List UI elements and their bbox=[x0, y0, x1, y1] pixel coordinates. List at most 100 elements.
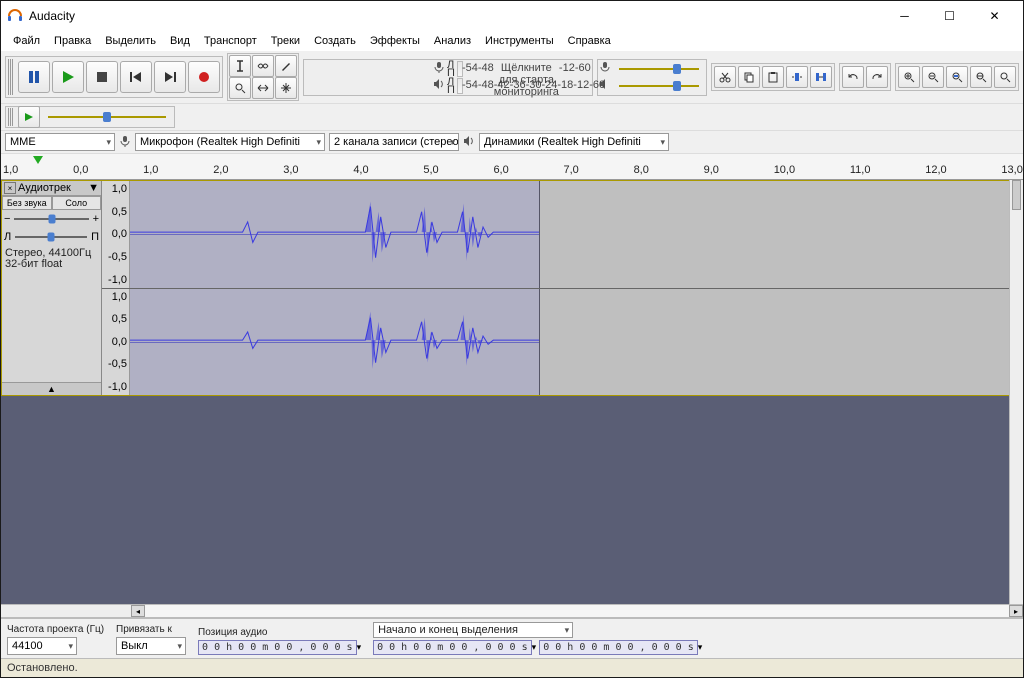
scroll-right-button[interactable]: ▸ bbox=[1009, 605, 1023, 617]
menu-generate[interactable]: Создать bbox=[308, 33, 362, 49]
audio-host-select[interactable]: MME bbox=[5, 133, 115, 151]
track-gain-slider[interactable] bbox=[14, 212, 88, 226]
menu-effects[interactable]: Эффекты bbox=[364, 33, 426, 49]
waveform-right[interactable] bbox=[130, 289, 1022, 396]
play-button[interactable] bbox=[52, 61, 84, 93]
stop-button[interactable] bbox=[86, 61, 118, 93]
mic-icon bbox=[119, 135, 131, 150]
record-button[interactable] bbox=[188, 61, 220, 93]
snap-select[interactable]: Выкл bbox=[116, 637, 186, 655]
play-at-speed-button[interactable] bbox=[18, 106, 40, 128]
vertical-scrollbar[interactable] bbox=[1009, 180, 1023, 604]
zoom-in-button[interactable] bbox=[898, 66, 920, 88]
maximize-button[interactable]: ☐ bbox=[927, 2, 972, 30]
silence-button[interactable] bbox=[810, 66, 832, 88]
menu-help[interactable]: Справка bbox=[562, 33, 617, 49]
waveform-left[interactable] bbox=[130, 181, 1022, 288]
menu-edit[interactable]: Правка bbox=[48, 33, 97, 49]
edit-toolbar bbox=[711, 63, 835, 91]
selection-end-field[interactable]: 0 0 h 0 0 m 0 0 , 0 0 0 s bbox=[539, 640, 698, 655]
pause-button[interactable] bbox=[18, 61, 50, 93]
audio-position-label: Позиция аудио bbox=[198, 627, 361, 638]
timeline-ruler[interactable]: 1,0 0,0 1,0 2,0 3,0 4,0 5,0 6,0 7,0 8,0 … bbox=[1, 154, 1023, 180]
zoom-tool[interactable] bbox=[229, 77, 251, 99]
selection-tool[interactable] bbox=[229, 55, 251, 77]
horizontal-scrollbar[interactable]: ◂ ▸ bbox=[1, 604, 1023, 618]
playback-device-select[interactable]: Динамики (Realtek High Definiti bbox=[479, 133, 669, 151]
speaker-icon bbox=[433, 78, 445, 93]
toolbar-row-2 bbox=[1, 103, 1023, 130]
draw-tool[interactable] bbox=[275, 55, 297, 77]
vertical-scale[interactable]: 1,00,50,0-0,5-1,0 bbox=[102, 289, 130, 396]
audio-position-field[interactable]: 0 0 h 0 0 m 0 0 , 0 0 0 s bbox=[198, 640, 357, 655]
multi-tool[interactable] bbox=[275, 77, 297, 99]
playback-speed-slider[interactable] bbox=[42, 109, 172, 125]
toolbar-grip[interactable] bbox=[8, 108, 14, 126]
menu-transport[interactable]: Транспорт bbox=[198, 33, 263, 49]
track-close-button[interactable]: × bbox=[4, 182, 16, 194]
track-control-panel: × Аудиотрек ▼ Без звука Соло −+ ЛП Стере… bbox=[2, 181, 102, 395]
tracks-area: × Аудиотрек ▼ Без звука Соло −+ ЛП Стере… bbox=[1, 180, 1023, 604]
paste-button[interactable] bbox=[762, 66, 784, 88]
track-name[interactable]: Аудиотрек bbox=[18, 182, 86, 194]
menubar: Файл Правка Выделить Вид Транспорт Треки… bbox=[1, 31, 1023, 51]
close-button[interactable]: ✕ bbox=[972, 2, 1017, 30]
track-menu-button[interactable]: ▼ bbox=[88, 182, 99, 194]
timeshift-tool[interactable] bbox=[252, 77, 274, 99]
record-volume-icon bbox=[599, 61, 611, 76]
recording-device-select[interactable]: Микрофон (Realtek High Definiti bbox=[135, 133, 325, 151]
record-meter[interactable]: -54-48 Щёлкните для старта мониторинга -… bbox=[457, 61, 463, 77]
selection-mode-select[interactable]: Начало и конец выделения bbox=[373, 622, 573, 638]
menu-tracks[interactable]: Треки bbox=[265, 33, 306, 49]
meter-toolbar: ЛП -54-48 Щёлкните для старта мониторинг… bbox=[303, 59, 593, 96]
minimize-button[interactable]: ─ bbox=[882, 2, 927, 30]
track-collapse-button[interactable]: ▲ bbox=[2, 382, 101, 395]
playback-volume-slider[interactable] bbox=[613, 78, 705, 94]
zoom-toggle-button[interactable] bbox=[994, 66, 1016, 88]
menu-file[interactable]: Файл bbox=[7, 33, 46, 49]
vertical-scale[interactable]: 1,00,50,0-0,5-1,0 bbox=[102, 181, 130, 288]
app-icon bbox=[7, 8, 23, 24]
track-format: Стерео, 44100Гц32-бит float bbox=[2, 246, 101, 272]
menu-view[interactable]: Вид bbox=[164, 33, 196, 49]
cut-button[interactable] bbox=[714, 66, 736, 88]
mic-icon bbox=[433, 61, 445, 76]
copy-button[interactable] bbox=[738, 66, 760, 88]
envelope-tool[interactable] bbox=[252, 55, 274, 77]
selection-toolbar: Частота проекта (Гц) 44100 Привязать к В… bbox=[1, 618, 1023, 658]
record-volume-slider[interactable] bbox=[613, 61, 705, 77]
solo-button[interactable]: Соло bbox=[52, 196, 102, 210]
mute-button[interactable]: Без звука bbox=[2, 196, 52, 210]
play-at-speed-toolbar bbox=[5, 106, 175, 128]
undo-toolbar bbox=[839, 63, 891, 91]
playback-meter[interactable]: -54-48-42-36-30-24-18-12-60 bbox=[457, 78, 463, 94]
zoom-toolbar bbox=[895, 63, 1019, 91]
menu-select[interactable]: Выделить bbox=[99, 33, 162, 49]
project-rate-select[interactable]: 44100 bbox=[7, 637, 77, 655]
zoom-out-button[interactable] bbox=[922, 66, 944, 88]
skip-end-button[interactable] bbox=[154, 61, 186, 93]
audio-track: × Аудиотрек ▼ Без звука Соло −+ ЛП Стере… bbox=[1, 180, 1023, 396]
recording-channels-select[interactable]: 2 канала записи (стерео bbox=[329, 133, 459, 151]
redo-button[interactable] bbox=[866, 66, 888, 88]
undo-button[interactable] bbox=[842, 66, 864, 88]
toolbar-grip[interactable] bbox=[8, 59, 14, 95]
transport-toolbar bbox=[5, 56, 223, 98]
mixer-toolbar bbox=[597, 59, 707, 96]
trim-button[interactable] bbox=[786, 66, 808, 88]
skip-start-button[interactable] bbox=[120, 61, 152, 93]
speaker-icon bbox=[463, 135, 475, 150]
window-title: Audacity bbox=[29, 9, 882, 23]
project-rate-label: Частота проекта (Гц) bbox=[7, 624, 104, 635]
zoom-selection-button[interactable] bbox=[946, 66, 968, 88]
snap-label: Привязать к bbox=[116, 624, 186, 635]
channel-left: 1,00,50,0-0,5-1,0 bbox=[102, 181, 1022, 289]
tools-toolbar bbox=[227, 53, 299, 101]
titlebar: Audacity ─ ☐ ✕ bbox=[1, 1, 1023, 31]
menu-tools[interactable]: Инструменты bbox=[479, 33, 560, 49]
menu-analyze[interactable]: Анализ bbox=[428, 33, 477, 49]
track-pan-slider[interactable] bbox=[15, 230, 87, 244]
fit-project-button[interactable] bbox=[970, 66, 992, 88]
selection-start-field[interactable]: 0 0 h 0 0 m 0 0 , 0 0 0 s bbox=[373, 640, 532, 655]
scroll-left-button[interactable]: ◂ bbox=[131, 605, 145, 617]
